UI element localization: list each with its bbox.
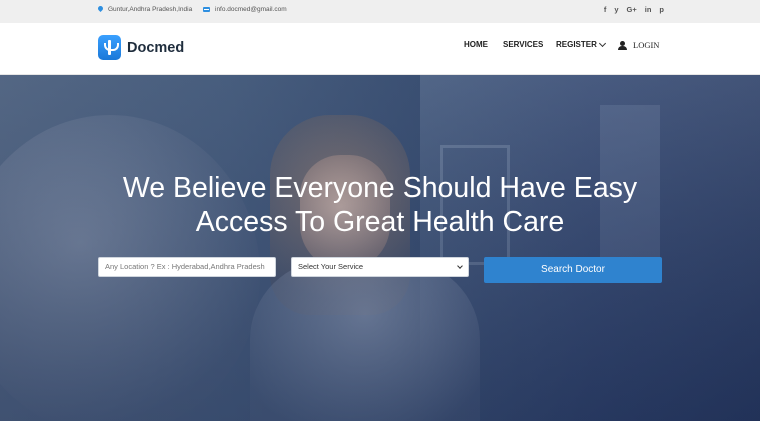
caduceus-logo-icon	[98, 35, 121, 60]
email-text[interactable]: info.docmed@gmail.com	[215, 6, 287, 13]
social-links: f y G+ in p	[604, 5, 664, 15]
top-info-bar: Guntur,Andhra Pradesh,India info.docmed@…	[0, 0, 760, 23]
email-contact[interactable]: info.docmed@gmail.com	[203, 6, 287, 13]
location-pin-icon	[98, 6, 103, 13]
nav-register-label: REGISTER	[556, 40, 597, 49]
location-search-input[interactable]: Any Location ? Ex : Hyderabad,Andhra Pra…	[98, 257, 276, 277]
search-doctor-button[interactable]: Search Doctor	[484, 257, 662, 283]
brand-name: Docmed	[127, 39, 185, 56]
service-select[interactable]: Select Your Service	[291, 257, 469, 277]
nav-login-label: LOGIN	[633, 40, 660, 50]
linkedin-icon[interactable]: in	[645, 5, 652, 15]
google-plus-icon[interactable]: G+	[627, 5, 637, 15]
address-text: Guntur,Andhra Pradesh,India	[108, 6, 193, 13]
pinterest-icon[interactable]: p	[659, 5, 664, 15]
address-contact: Guntur,Andhra Pradesh,India	[98, 6, 192, 13]
nav-home-label: HOME	[464, 40, 488, 49]
brand-logo[interactable]: Docmed	[98, 35, 184, 60]
nav-home[interactable]: HOME	[464, 40, 488, 49]
nav-services-label: SERVICES	[503, 40, 544, 49]
main-navbar: Docmed HOME SERVICES REGISTER LOGIN	[0, 23, 760, 75]
hero-headline: We Believe Everyone Should Have Easy Acc…	[0, 171, 760, 239]
hero-section	[0, 75, 760, 421]
twitter-icon[interactable]: y	[614, 5, 618, 15]
chevron-down-icon	[598, 39, 606, 47]
hero-headline-line-2: Access To Great Health Care	[195, 206, 565, 238]
nav-services[interactable]: SERVICES	[503, 40, 543, 49]
hero-overlay	[0, 75, 760, 421]
envelope-icon	[203, 7, 210, 12]
doctor-search-form: Any Location ? Ex : Hyderabad,Andhra Pra…	[98, 257, 662, 284]
chevron-down-icon	[457, 263, 463, 269]
nav-login[interactable]: LOGIN	[618, 40, 659, 50]
hero-headline-line-1: We Believe Everyone Should Have Easy	[122, 172, 638, 204]
nav-register-dropdown[interactable]: REGISTER	[556, 39, 606, 49]
service-select-value: Select Your Service	[298, 262, 364, 271]
facebook-icon[interactable]: f	[604, 5, 607, 15]
user-icon	[618, 40, 627, 50]
